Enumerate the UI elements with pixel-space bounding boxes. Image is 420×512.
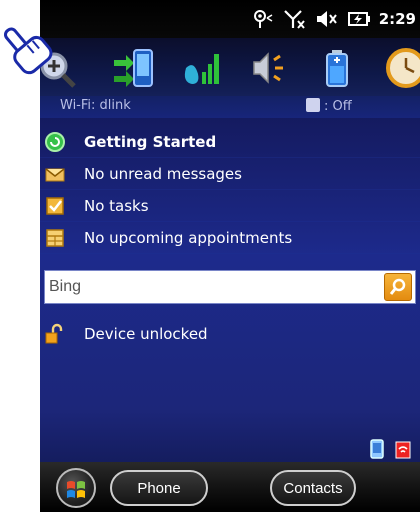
wifi-status: Wi-Fi: dlink bbox=[60, 98, 131, 113]
antenna-signal-icon[interactable] bbox=[251, 8, 275, 30]
speaker-muted-icon[interactable] bbox=[315, 8, 339, 30]
unlocked-padlock-icon bbox=[45, 323, 63, 344]
bing-search-box bbox=[44, 270, 416, 304]
battery-icon[interactable] bbox=[316, 46, 360, 90]
status-bar: 2:29 bbox=[40, 0, 420, 38]
soft-key-bar: Phone Contacts bbox=[40, 462, 420, 512]
bluetooth-icon bbox=[306, 98, 320, 112]
icon-toolbar bbox=[40, 38, 420, 96]
getting-started-icon bbox=[45, 131, 65, 152]
search-button[interactable] bbox=[384, 273, 412, 301]
appointments-row[interactable]: No upcoming appointments bbox=[40, 222, 420, 254]
contacts-softkey[interactable]: Contacts bbox=[270, 470, 356, 506]
device-notification-icon[interactable] bbox=[368, 438, 386, 460]
bluetooth-status: : Off bbox=[306, 98, 352, 114]
pointing-hand-icon bbox=[3, 27, 53, 75]
tasks-label: No tasks bbox=[84, 196, 149, 215]
tasks-icon bbox=[46, 196, 64, 215]
calendar-icon bbox=[46, 228, 64, 247]
connection-status-line[interactable]: Wi-Fi: dlink : Off bbox=[40, 96, 420, 118]
device-lock-row[interactable]: Device unlocked bbox=[40, 318, 420, 350]
search-icon bbox=[389, 278, 406, 295]
device-lock-label: Device unlocked bbox=[84, 325, 208, 343]
envelope-icon bbox=[45, 167, 65, 181]
messages-label: No unread messages bbox=[84, 164, 242, 183]
tasks-row[interactable]: No tasks bbox=[40, 190, 420, 222]
volume-icon[interactable] bbox=[250, 46, 294, 90]
windows-start-icon bbox=[67, 481, 85, 498]
search-input[interactable] bbox=[45, 271, 384, 303]
getting-started-row[interactable]: Getting Started bbox=[40, 126, 420, 158]
no-signal-icon[interactable] bbox=[283, 8, 307, 30]
clock-icon[interactable] bbox=[384, 46, 420, 90]
phone-screen: 2:29 Wi-Fi: dlink: Off Getting Started … bbox=[40, 0, 420, 512]
phone-softkey[interactable]: Phone bbox=[110, 470, 208, 506]
clock-time[interactable]: 2:29 bbox=[379, 10, 416, 28]
bluetooth-state: : Off bbox=[324, 99, 352, 114]
messages-row[interactable]: No unread messages bbox=[40, 158, 420, 190]
screenshot-canvas: 2:29 Wi-Fi: dlink: Off Getting Started … bbox=[0, 0, 420, 512]
appointments-label: No upcoming appointments bbox=[84, 228, 293, 247]
phone-signal-icon[interactable] bbox=[180, 46, 224, 90]
phone-sync-icon[interactable] bbox=[112, 46, 156, 90]
battery-charging-icon[interactable] bbox=[347, 8, 371, 30]
wireless-notification-icon[interactable] bbox=[394, 438, 412, 460]
start-button[interactable] bbox=[56, 468, 96, 508]
getting-started-label: Getting Started bbox=[84, 132, 217, 151]
